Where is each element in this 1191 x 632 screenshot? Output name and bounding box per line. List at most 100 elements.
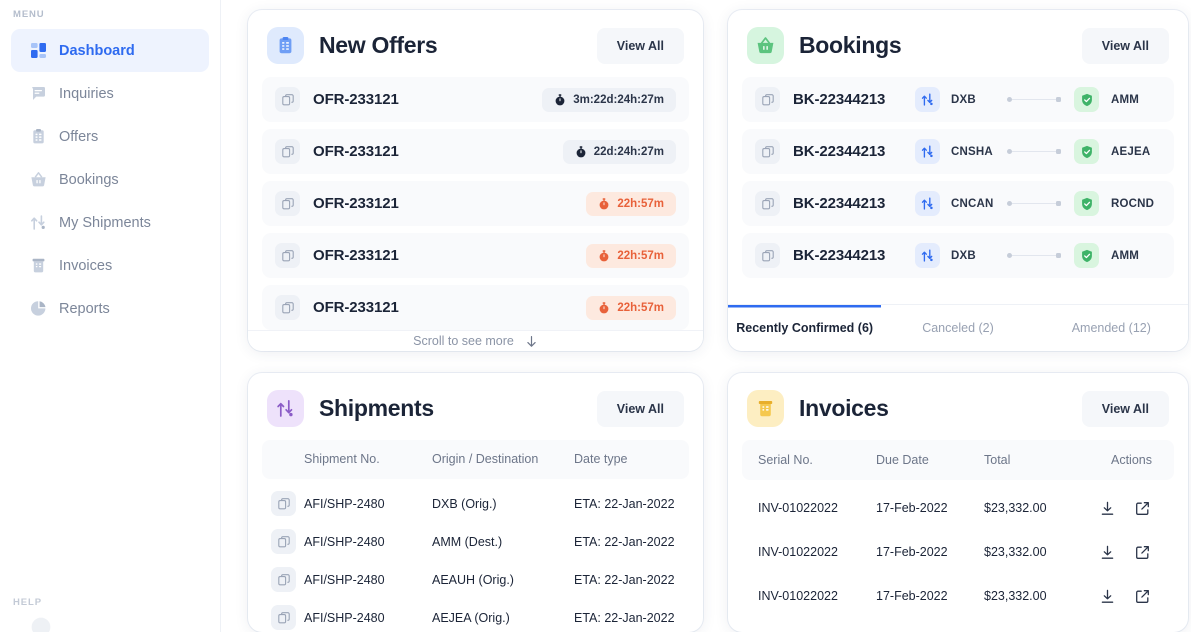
copy-icon[interactable]: [275, 139, 300, 164]
copy-icon[interactable]: [275, 87, 300, 112]
copy-icon[interactable]: [271, 491, 296, 517]
bookings-card: Bookings View All BK-22344213 DXB AMM BK…: [728, 10, 1188, 351]
timer-text: 3m:22d:24h:27m: [573, 93, 664, 106]
view-all-button[interactable]: View All: [596, 390, 684, 427]
origin-destination: AEAUH (Orig.): [432, 572, 514, 587]
table-row[interactable]: INV-01022022 17-Feb-2022 $23,332.00: [742, 486, 1174, 530]
shipment-no: AFI/SHP-2480: [304, 572, 385, 587]
open-external-icon[interactable]: [1135, 589, 1150, 604]
table-row[interactable]: AFI/SHP-2480 AEJEA (Orig.) ETA: 22-Jan-2…: [262, 599, 689, 632]
copy-icon[interactable]: [271, 605, 296, 631]
sidebar-item-offers[interactable]: Offers: [11, 115, 209, 158]
copy-icon[interactable]: [271, 567, 296, 593]
table-row[interactable]: INV-01022022 17-Feb-2022 $23,332.00: [742, 574, 1174, 618]
card-header: Shipments View All: [248, 373, 703, 440]
download-icon[interactable]: [1100, 501, 1115, 516]
card-header: New Offers View All: [248, 10, 703, 77]
table-row[interactable]: AFI/SHP-2480 AEAUH (Orig.) ETA: 22-Jan-2…: [262, 561, 689, 599]
tab-amended[interactable]: Amended (12): [1035, 305, 1188, 351]
clipboard-icon: [267, 27, 304, 64]
sidebar-item-invoices[interactable]: Invoices: [11, 244, 209, 287]
copy-icon[interactable]: [755, 139, 780, 164]
copy-icon[interactable]: [275, 243, 300, 268]
stopwatch-icon: [598, 301, 610, 314]
sidebar-item-label: Offers: [59, 128, 99, 145]
copy-icon[interactable]: [271, 529, 296, 555]
view-all-button[interactable]: View All: [596, 27, 684, 64]
help-circle-icon[interactable]: [30, 616, 52, 632]
offer-id: OFR-233121: [313, 247, 399, 264]
stopwatch-icon: [554, 93, 566, 106]
timer-badge: 22h:57m: [586, 295, 676, 320]
origin-port: DXB: [951, 249, 976, 262]
timer-badge: 3m:22d:24h:27m: [542, 87, 676, 112]
menu-section-label: MENU: [13, 9, 45, 20]
tab-canceled[interactable]: Canceled (2): [881, 305, 1034, 351]
list-item[interactable]: BK-22344213 CNSHA AEJEA: [742, 129, 1174, 174]
invoice-total: $23,332.00: [984, 589, 1047, 603]
table-header: Serial No. Due Date Total Actions: [742, 440, 1174, 480]
copy-icon[interactable]: [755, 87, 780, 112]
list-item[interactable]: BK-22344213 DXB AMM: [742, 77, 1174, 122]
tab-recently-confirmed[interactable]: Recently Confirmed (6): [728, 305, 881, 351]
table-row[interactable]: AFI/SHP-2480 DXB (Orig.) ETA: 22-Jan-202…: [262, 485, 689, 523]
download-icon[interactable]: [1100, 589, 1115, 604]
list-item[interactable]: OFR-233121 22h:57m: [262, 181, 689, 226]
date-type: ETA: 22-Jan-2022: [574, 496, 675, 511]
copy-icon[interactable]: [275, 295, 300, 320]
list-item[interactable]: OFR-233121 22d:24h:27m: [262, 129, 689, 174]
transfer-icon: [915, 243, 940, 268]
scroll-hint-label: Scroll to see more: [413, 334, 514, 348]
table-row[interactable]: AFI/SHP-2480 AMM (Dest.) ETA: 22-Jan-202…: [262, 523, 689, 561]
list-item[interactable]: BK-22344213 DXB AMM: [742, 233, 1174, 278]
date-type: ETA: 22-Jan-2022: [574, 534, 675, 549]
view-all-button[interactable]: View All: [1081, 27, 1169, 64]
list-item[interactable]: OFR-233121 3m:22d:24h:27m: [262, 77, 689, 122]
view-all-button[interactable]: View All: [1081, 390, 1169, 427]
new-offers-card: New Offers View All OFR-233121 3m:22d:24…: [248, 10, 703, 351]
route-indicator: DXB AMM: [915, 243, 1161, 268]
sidebar: MENU Dashboard Inquiries Offers Bookings: [0, 0, 221, 632]
list-item[interactable]: OFR-233121 22h:57m: [262, 233, 689, 278]
destination-port: AEJEA: [1111, 145, 1151, 158]
route-indicator: DXB AMM: [915, 87, 1161, 112]
table-row[interactable]: INV-01022022 17-Feb-2022 $23,332.00: [742, 530, 1174, 574]
open-external-icon[interactable]: [1135, 501, 1150, 516]
destination-port: AMM: [1111, 249, 1140, 262]
list-item[interactable]: OFR-233121 22h:57m: [262, 285, 689, 330]
stopwatch-icon: [575, 145, 587, 158]
sidebar-item-bookings[interactable]: Bookings: [11, 158, 209, 201]
offers-list: OFR-233121 3m:22d:24h:27m OFR-233121 22d…: [248, 77, 703, 330]
status-badge: [1074, 243, 1099, 268]
origin-destination: AEJEA (Orig.): [432, 610, 510, 625]
open-external-icon[interactable]: [1135, 545, 1150, 560]
destination-port: AMM: [1111, 93, 1140, 106]
sidebar-item-reports[interactable]: Reports: [11, 287, 209, 330]
booking-id: BK-22344213: [793, 195, 886, 212]
timer-text: 22h:57m: [617, 249, 664, 262]
sidebar-item-my-shipments[interactable]: My Shipments: [11, 201, 209, 244]
destination-port: ROCND: [1111, 197, 1155, 210]
timer-text: 22h:57m: [617, 301, 664, 314]
copy-icon[interactable]: [755, 243, 780, 268]
page-title: Shipments: [319, 395, 434, 421]
scroll-hint[interactable]: Scroll to see more: [248, 330, 703, 351]
booking-id: BK-22344213: [793, 143, 886, 160]
bookings-list: BK-22344213 DXB AMM BK-22344213 CNSHA AE…: [728, 77, 1188, 278]
date-type: ETA: 22-Jan-2022: [574, 572, 675, 587]
card-header: Invoices View All: [728, 373, 1188, 440]
main-content: New Offers View All OFR-233121 3m:22d:24…: [221, 0, 1191, 632]
basket-icon: [747, 27, 784, 64]
column-header-serial-no: Serial No.: [758, 453, 813, 467]
page-title: New Offers: [319, 32, 438, 58]
list-item[interactable]: BK-22344213 CNCAN ROCND: [742, 181, 1174, 226]
column-header-actions: Actions: [1111, 453, 1152, 467]
copy-icon[interactable]: [275, 191, 300, 216]
download-icon[interactable]: [1100, 545, 1115, 560]
copy-icon[interactable]: [755, 191, 780, 216]
timer-badge: 22h:57m: [586, 243, 676, 268]
sidebar-item-label: Bookings: [59, 171, 119, 188]
transfer-icon: [915, 87, 940, 112]
sidebar-item-inquiries[interactable]: Inquiries: [11, 72, 209, 115]
sidebar-item-dashboard[interactable]: Dashboard: [11, 29, 209, 72]
